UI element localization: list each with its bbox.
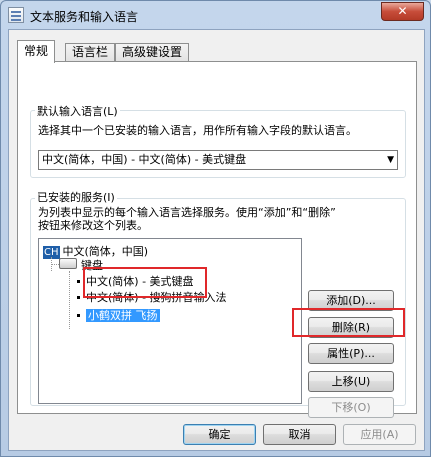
tab-language-bar[interactable]: 语言栏 [65, 43, 116, 62]
apply-button[interactable]: 应用(A) [343, 424, 416, 445]
default-input-language-select[interactable]: 中文(简体，中国) - 中文(简体) - 美式键盘 ▼ [38, 150, 398, 170]
annotation-highlight-properties-button [292, 308, 405, 337]
annotation-highlight-selected-item [83, 267, 207, 298]
ok-button[interactable]: 确定 [183, 424, 256, 445]
move-down-button[interactable]: 下移(O) [308, 397, 394, 418]
window-title: 文本服务和输入语言 [30, 10, 139, 24]
installed-services-tree[interactable]: CH 中文(简体，中国) 键盘 中文(简体) - 美式键盘 中文(简体) - 搜狗… [38, 238, 302, 404]
close-button[interactable]: ✕ [381, 2, 424, 21]
tree-item-label-selected: 小鹤双拼 飞扬 [86, 309, 160, 322]
tree-connector [69, 271, 70, 329]
tree-language-label: 中文(简体，中国) [62, 245, 149, 258]
cancel-button[interactable]: 取消 [263, 424, 336, 445]
bullet-icon [77, 313, 80, 317]
properties-button[interactable]: 属性(P)... [308, 343, 394, 364]
text-services-icon [8, 7, 24, 23]
general-tab-panel: 默认输入语言(L) 选择其中一个已安装的输入语言，用作所有输入字段的默认语言。 … [17, 61, 417, 418]
chevron-down-icon: ▼ [387, 155, 394, 165]
tree-connector [51, 264, 59, 265]
bullet-icon [77, 295, 80, 299]
dialog-window: 文本服务和输入语言 ✕ 常规 语言栏 高级键设置 默认输入语言(L) 选择其中一… [0, 0, 431, 457]
default-input-group-label: 默认输入语言(L) [35, 103, 120, 119]
tab-advanced-key-settings[interactable]: 高级键设置 [115, 43, 190, 62]
tab-general[interactable]: 常规 [17, 40, 56, 63]
title-bar[interactable]: 文本服务和输入语言 ✕ [1, 1, 430, 29]
default-input-description: 选择其中一个已安装的输入语言，用作所有输入字段的默认语言。 [38, 124, 357, 137]
bullet-icon [77, 279, 80, 283]
keyboard-icon [59, 258, 77, 269]
dialog-body: 常规 语言栏 高级键设置 默认输入语言(L) 选择其中一个已安装的输入语言，用作… [8, 29, 425, 451]
default-input-selected-value: 中文(简体，中国) - 中文(简体) - 美式键盘 [42, 153, 247, 166]
installed-services-description-line2: 按钮来修改这个列表。 [38, 219, 148, 232]
installed-services-group-label: 已安装的服务(I) [35, 189, 117, 205]
move-up-button[interactable]: 上移(U) [308, 371, 394, 392]
tree-item-xiaohe-shuangpin[interactable]: 小鹤双拼 飞扬 [77, 307, 160, 323]
